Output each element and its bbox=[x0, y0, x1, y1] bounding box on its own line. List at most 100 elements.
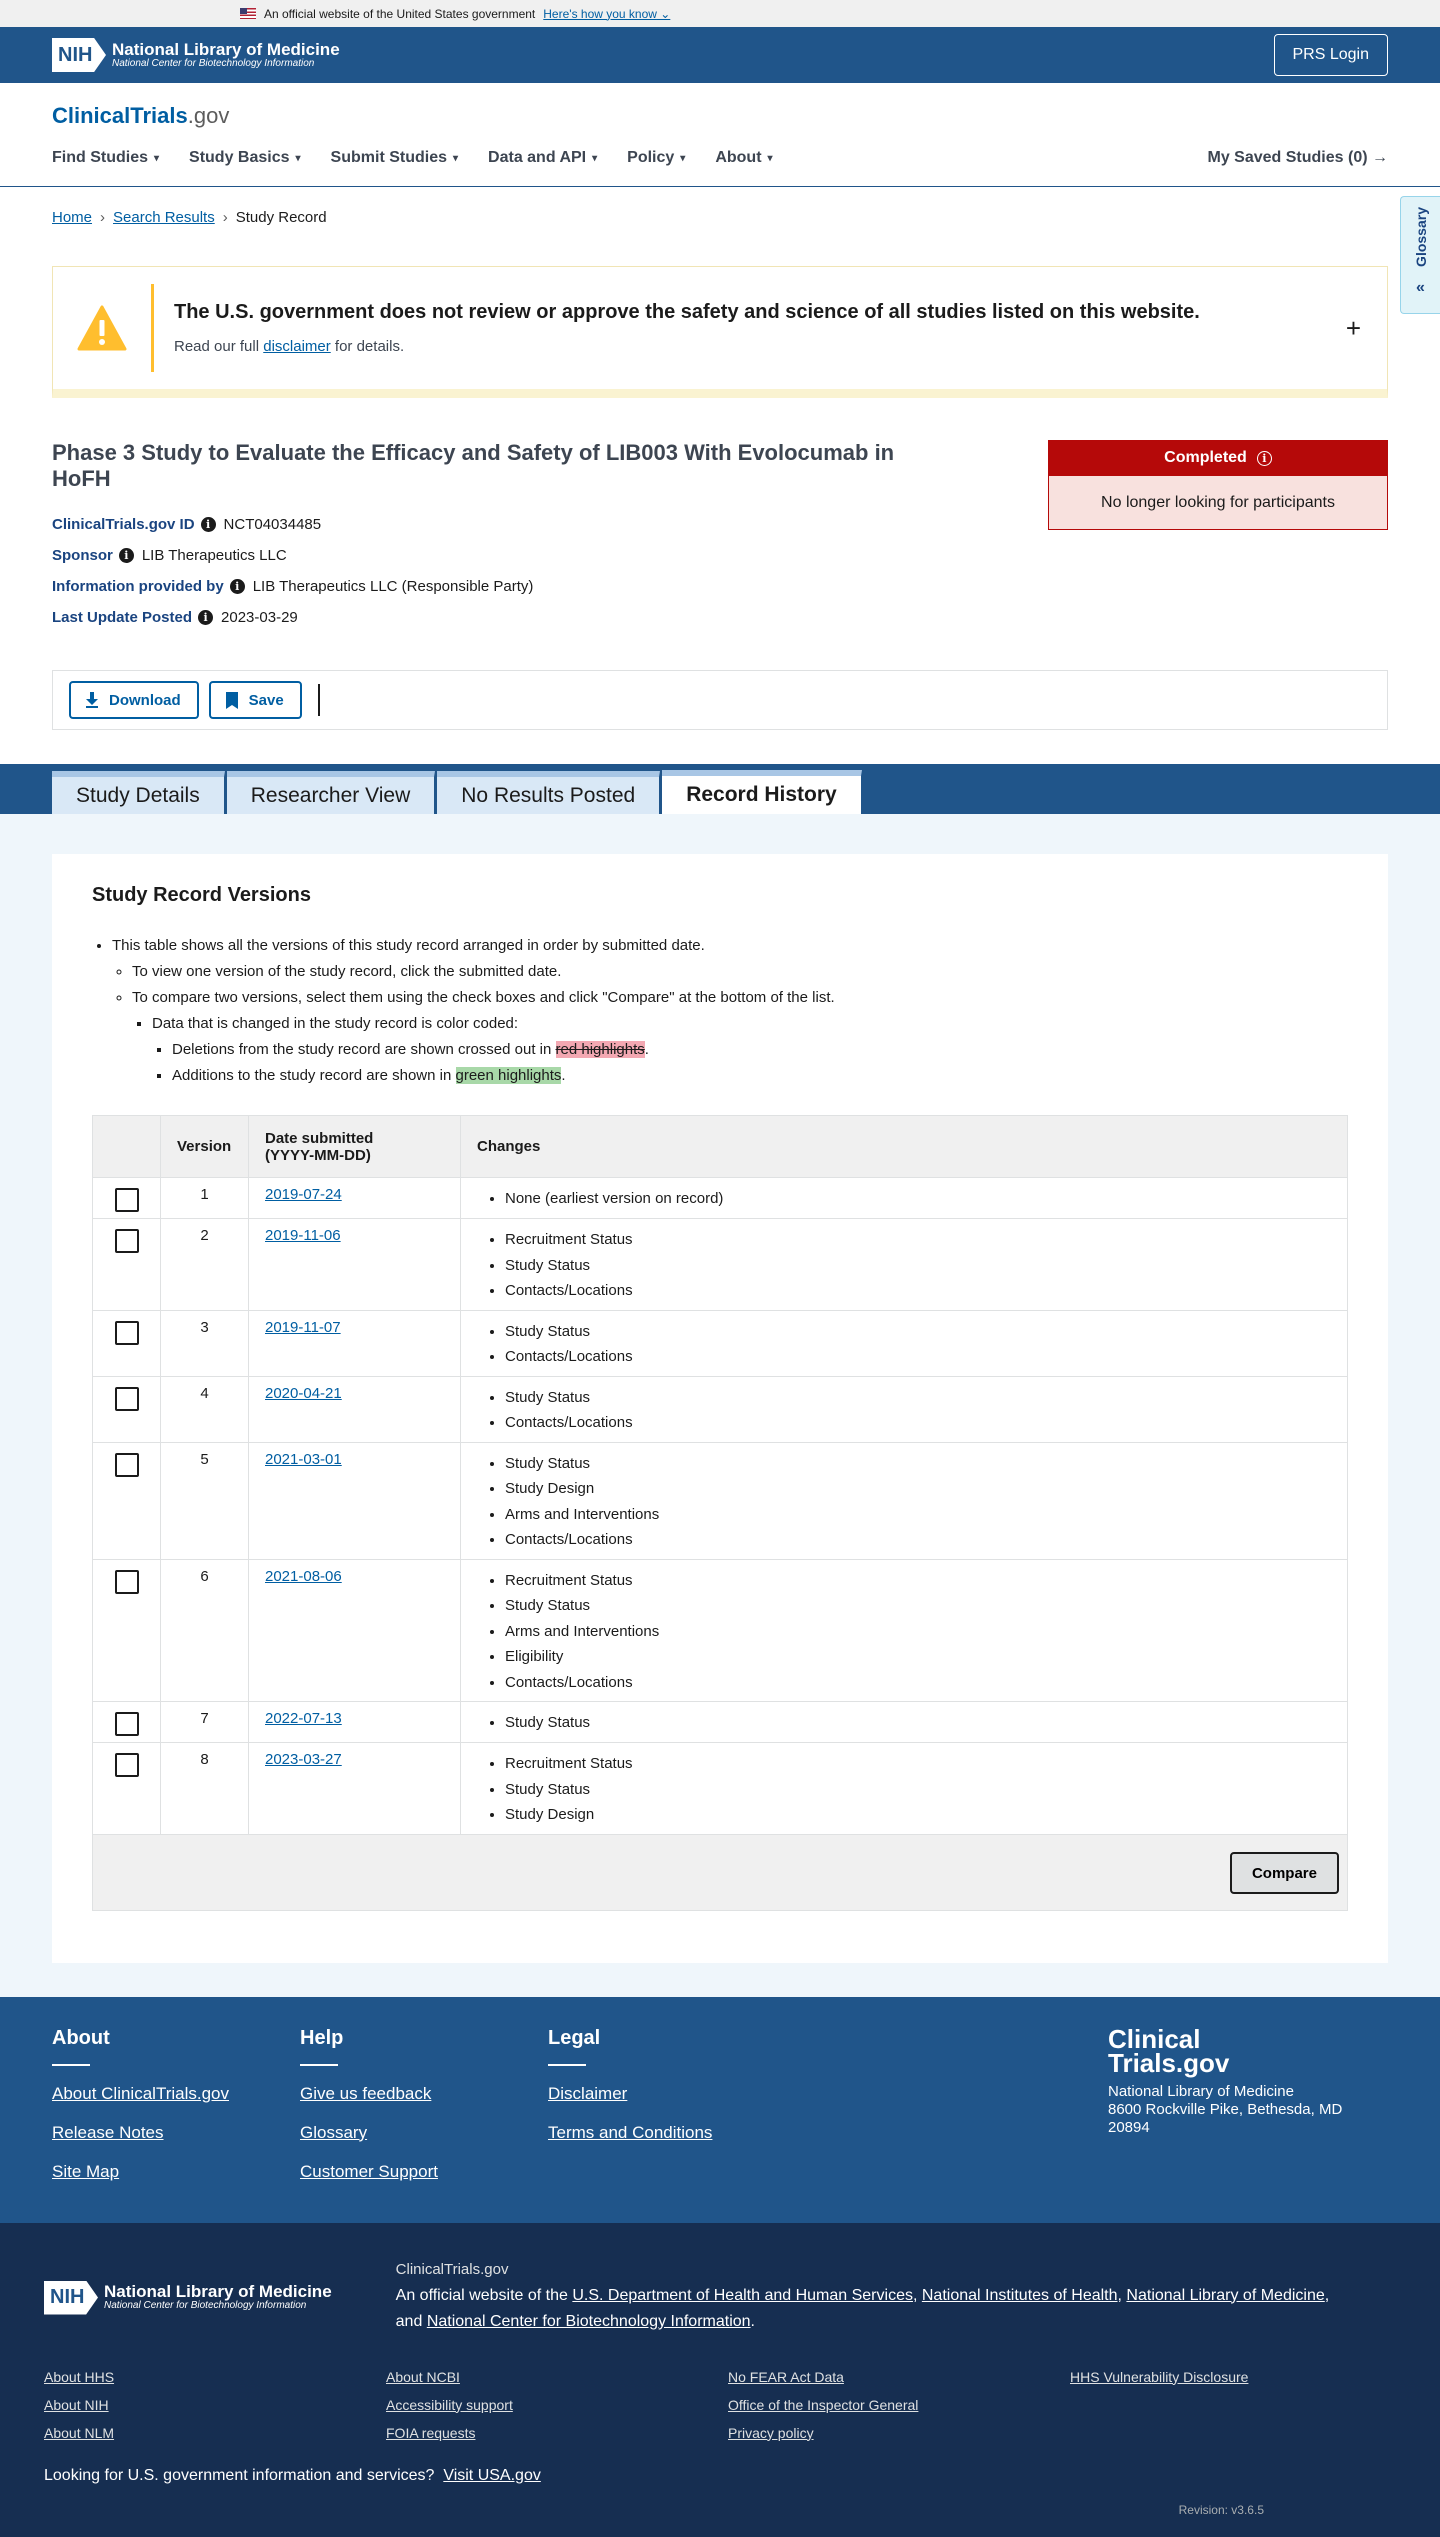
table-row: 7 2022-07-13 Study Status bbox=[92, 1701, 1348, 1743]
change-item: Contacts/Locations bbox=[505, 1278, 1331, 1304]
version-date-link[interactable]: 2019-11-07 bbox=[265, 1319, 341, 1336]
last-update-value: 2023-03-29 bbox=[221, 609, 298, 626]
chevron-down-icon: ▾ bbox=[680, 152, 686, 164]
tab-no-results-posted[interactable]: No Results Posted bbox=[437, 771, 661, 814]
version-checkbox[interactable] bbox=[115, 1712, 139, 1736]
version-number: 1 bbox=[160, 1177, 249, 1219]
table-row: 3 2019-11-07 Study StatusContacts/Locati… bbox=[92, 1309, 1348, 1377]
alert-heading: The U.S. government does not review or a… bbox=[174, 301, 1200, 323]
version-checkbox[interactable] bbox=[115, 1229, 139, 1253]
footer-link[interactable]: Customer Support bbox=[300, 2162, 548, 2182]
footer-agency: NIH National Library of Medicine Nationa… bbox=[0, 2222, 1440, 2537]
change-item: Recruitment Status bbox=[505, 1751, 1331, 1777]
version-checkbox[interactable] bbox=[115, 1386, 139, 1411]
nih-logo-title: National Library of Medicine bbox=[112, 39, 340, 59]
footer-link[interactable]: About ClinicalTrials.gov bbox=[52, 2084, 300, 2104]
footer-legal: Legal Disclaimer Terms and Conditions bbox=[548, 2027, 796, 2195]
gov-banner-text: An official website of the United States… bbox=[264, 6, 536, 21]
change-item: Study Status bbox=[505, 1451, 1331, 1477]
version-date-link[interactable]: 2022-07-13 bbox=[265, 1710, 342, 1727]
compare-button[interactable]: Compare bbox=[1229, 1852, 1339, 1894]
gov-banner: An official website of the United States… bbox=[0, 0, 1440, 27]
nih-header: NIH National Library of Medicine Nationa… bbox=[0, 27, 1440, 83]
nih-logo-subtitle: National Center for Biotechnology Inform… bbox=[112, 57, 315, 69]
warning-icon bbox=[53, 305, 151, 351]
tab-record-history[interactable]: Record History bbox=[662, 770, 862, 814]
version-checkbox[interactable] bbox=[115, 1188, 139, 1212]
change-item: Contacts/Locations bbox=[505, 1344, 1331, 1370]
red-highlight-sample: red highlights bbox=[555, 1041, 645, 1058]
status-label: Completed bbox=[1164, 449, 1247, 466]
saved-studies-link[interactable]: My Saved Studies (0) → bbox=[1208, 149, 1389, 167]
info-icon[interactable]: i bbox=[118, 548, 134, 563]
footer-link[interactable]: Terms and Conditions bbox=[548, 2123, 796, 2143]
nih-logo[interactable]: NIH National Library of Medicine Nationa… bbox=[52, 38, 340, 72]
last-update-label: Last Update Posted bbox=[52, 609, 193, 626]
footer-link[interactable]: Glossary bbox=[300, 2123, 548, 2143]
study-header: Phase 3 Study to Evaluate the Efficacy a… bbox=[0, 398, 1440, 640]
change-item: Study Status bbox=[505, 1777, 1331, 1803]
version-checkbox[interactable] bbox=[115, 1320, 139, 1345]
footer-link[interactable]: Disclaimer bbox=[548, 2084, 796, 2104]
prs-login-button[interactable]: PRS Login bbox=[1273, 34, 1388, 76]
alert-body: Read our full disclaimer for details. bbox=[174, 338, 405, 355]
save-button[interactable]: Save bbox=[208, 681, 302, 719]
breadcrumb-current: Study Record bbox=[235, 209, 327, 226]
nav-submit-studies[interactable]: Submit Studies ▾ bbox=[331, 149, 458, 167]
change-item: Recruitment Status bbox=[505, 1568, 1331, 1594]
nav-study-basics[interactable]: Study Basics ▾ bbox=[189, 149, 301, 167]
version-checkbox[interactable] bbox=[115, 1452, 139, 1477]
study-toolbar: Download Save bbox=[52, 670, 1388, 730]
breadcrumb-search-results[interactable]: Search Results bbox=[113, 209, 215, 226]
sponsor-value: LIB Therapeutics LLC bbox=[141, 547, 287, 564]
info-icon[interactable]: i bbox=[229, 579, 245, 594]
status-badge: Completed i No longer looking for partici… bbox=[1048, 440, 1388, 640]
version-checkbox[interactable] bbox=[115, 1569, 139, 1594]
chevron-down-icon: ▾ bbox=[295, 152, 301, 164]
clinicaltrials-logo[interactable]: ClinicalTrials.gov bbox=[52, 103, 1388, 129]
tab-researcher-view[interactable]: Researcher View bbox=[226, 771, 436, 814]
status-note: No longer looking for participants bbox=[1048, 476, 1388, 530]
chevron-down-icon: ▾ bbox=[767, 152, 773, 164]
version-date-link[interactable]: 2019-07-24 bbox=[265, 1186, 342, 1203]
version-date-link[interactable]: 2019-11-06 bbox=[265, 1227, 341, 1244]
info-icon[interactable]: i bbox=[200, 517, 216, 532]
change-item: Contacts/Locations bbox=[505, 1527, 1331, 1553]
version-date-link[interactable]: 2021-03-01 bbox=[265, 1451, 342, 1468]
versions-heading: Study Record Versions bbox=[92, 884, 311, 906]
bookmark-icon bbox=[225, 691, 238, 709]
version-date-link[interactable]: 2021-08-06 bbox=[265, 1568, 342, 1585]
version-changes: None (earliest version on record) bbox=[460, 1177, 1348, 1219]
nav-policy[interactable]: Policy ▾ bbox=[627, 149, 685, 167]
breadcrumb-home[interactable]: Home bbox=[52, 209, 92, 226]
version-changes: Study StatusContacts/Locations bbox=[460, 1309, 1348, 1377]
nav-find-studies[interactable]: Find Studies ▾ bbox=[52, 149, 159, 167]
how-you-know-link[interactable]: Here's how you know ⌄ bbox=[543, 7, 670, 21]
usa-gov-link[interactable]: Visit USA.gov bbox=[443, 2467, 541, 2484]
provided-by-label: Information provided by bbox=[52, 578, 224, 595]
version-date-link[interactable]: 2020-04-21 bbox=[265, 1385, 342, 1402]
footer-main: About About ClinicalTrials.gov Release N… bbox=[0, 1996, 1440, 2223]
tab-study-details[interactable]: Study Details bbox=[52, 771, 225, 814]
version-changes: Recruitment StatusStudy StatusStudy Desi… bbox=[460, 1742, 1348, 1835]
expand-plus-icon[interactable]: + bbox=[1346, 313, 1361, 344]
footer-link[interactable]: Release Notes bbox=[52, 2123, 300, 2143]
nav-about[interactable]: About ▾ bbox=[715, 149, 772, 167]
version-number: 6 bbox=[160, 1558, 249, 1702]
footer-agency-links: About HHS About NCBI No FEAR Act Data HH… bbox=[44, 2368, 1249, 2441]
nav-data-api[interactable]: Data and API ▾ bbox=[488, 149, 597, 167]
footer-nih-logo[interactable]: NIH National Library of Medicine Nationa… bbox=[44, 2261, 332, 2335]
glossary-tab[interactable]: Glossary « bbox=[1400, 196, 1440, 314]
info-icon[interactable]: i bbox=[1256, 450, 1272, 466]
info-icon[interactable]: i bbox=[198, 610, 214, 625]
study-tabs: Study Details Researcher View No Results… bbox=[0, 764, 1440, 814]
disclaimer-link[interactable]: disclaimer bbox=[263, 338, 331, 355]
download-button[interactable]: Download bbox=[69, 681, 199, 719]
footer-link[interactable]: Give us feedback bbox=[300, 2084, 548, 2104]
version-checkbox[interactable] bbox=[115, 1753, 139, 1777]
chevron-down-icon: ▾ bbox=[154, 152, 160, 164]
version-date-link[interactable]: 2023-03-27 bbox=[265, 1751, 342, 1768]
footer-link[interactable]: Site Map bbox=[52, 2162, 300, 2182]
versions-table: Version Date submitted (YYYY-MM-DD) Chang… bbox=[92, 1115, 1348, 1911]
revision-label: Revision: v3.6.5 bbox=[1178, 2502, 1264, 2517]
